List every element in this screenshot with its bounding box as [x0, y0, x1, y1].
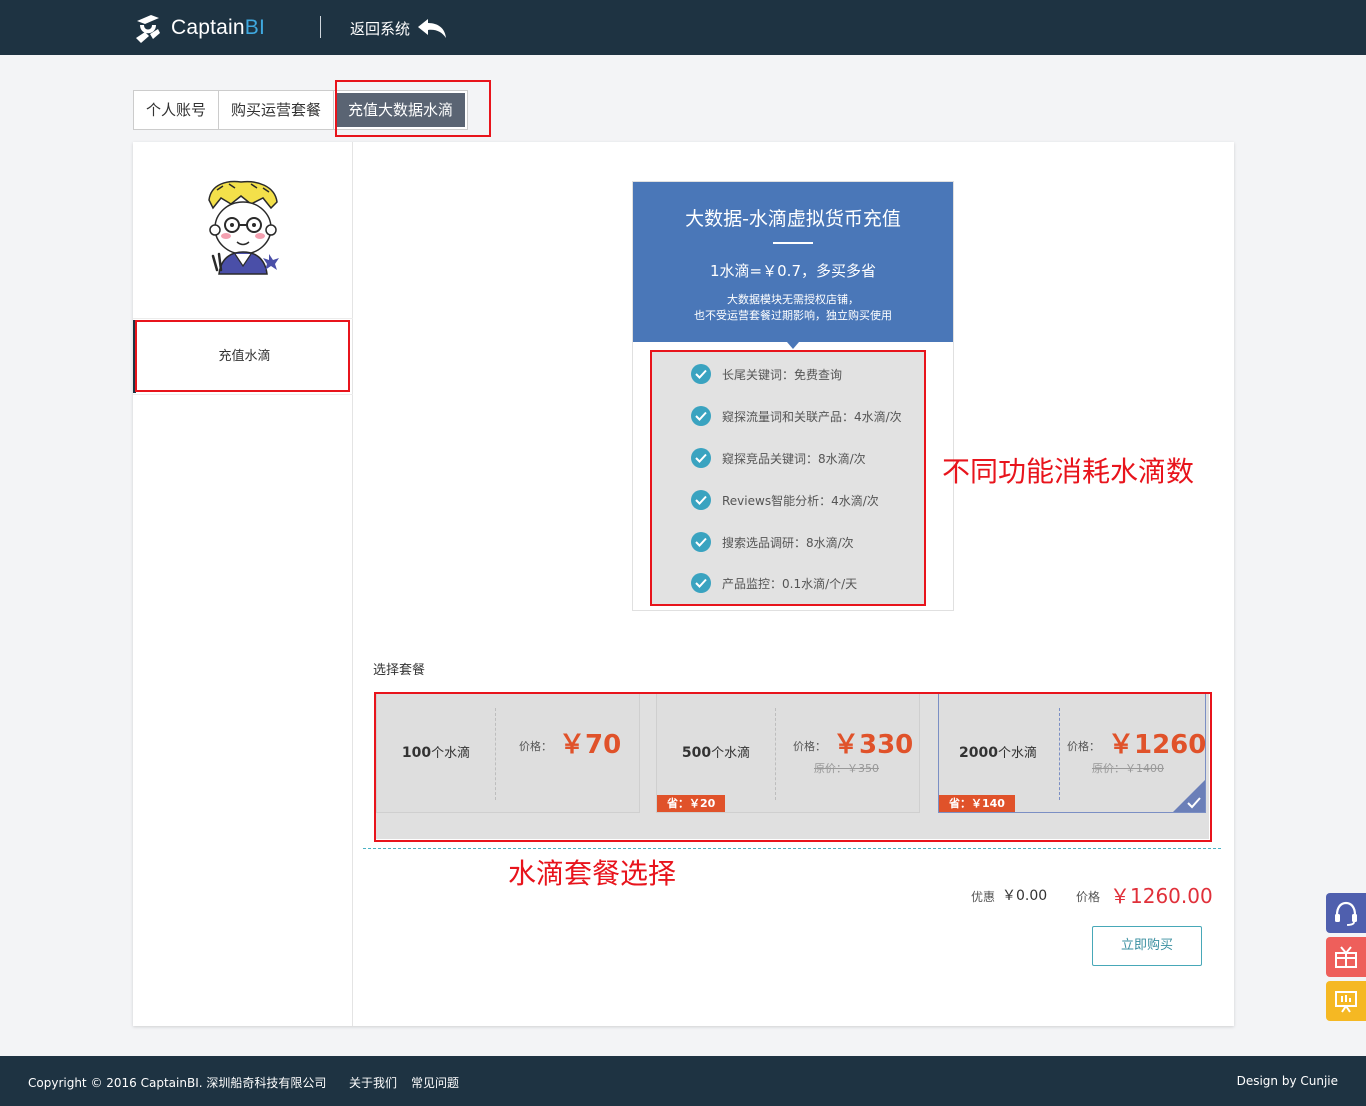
annotation-box-tab — [335, 80, 491, 137]
back-arrow-icon — [418, 19, 447, 38]
logo[interactable]: CaptainBI — [133, 12, 265, 44]
annotation-box-packages — [374, 692, 1212, 842]
card-pointer — [787, 342, 799, 349]
back-to-system-link[interactable]: 返回系统 — [350, 16, 448, 40]
brand-name: Captain — [171, 16, 245, 39]
sidebar-divider — [133, 318, 353, 319]
headset-icon — [1335, 901, 1357, 926]
gift-icon — [1335, 946, 1357, 968]
header-divider — [320, 16, 321, 38]
sidebar: 充值水滴 — [133, 142, 353, 1026]
design-credit: Design by Cunjie — [1236, 1074, 1338, 1088]
card-title-rule — [773, 242, 813, 244]
top-navbar: CaptainBI 返回系统 — [0, 0, 1366, 55]
discount-value: ￥0.00 — [1002, 888, 1048, 904]
discount-label: 优惠 — [971, 890, 996, 904]
tab-buy-package[interactable]: 购买运营套餐 — [219, 91, 335, 129]
tab-personal-account[interactable]: 个人账号 — [134, 91, 220, 129]
card-note-line2: 也不受运营套餐过期影响，独立购买使用 — [694, 309, 892, 322]
faq-link[interactable]: 常见问题 — [411, 1074, 459, 1091]
gift-button[interactable] — [1326, 937, 1366, 977]
footer: Copyright © 2016 CaptainBI. 深圳船奇科技有限公司 关… — [0, 1056, 1366, 1106]
captain-logo-icon — [136, 15, 160, 43]
buy-now-button[interactable]: 立即购买 — [1092, 926, 1202, 966]
card-note-line1: 大数据模块无需授权店铺， — [727, 293, 859, 306]
select-package-label: 选择套餐 — [373, 663, 426, 678]
avatar — [208, 180, 279, 275]
annotation-features-note: 不同功能消耗水滴数 — [942, 455, 1195, 488]
exchange-rate: 1水滴=￥0.7，多买多省 — [710, 262, 876, 280]
annotation-box-features — [650, 350, 926, 606]
card-header: 大数据-水滴虚拟货币充值 1水滴=￥0.7，多买多省 大数据模块无需授权店铺， … — [633, 182, 953, 342]
summary-divider — [363, 848, 1221, 849]
about-us-link[interactable]: 关于我们 — [349, 1074, 397, 1091]
sidebar-divider — [133, 394, 353, 395]
annotation-packages-note: 水滴套餐选择 — [508, 857, 677, 890]
total-price-label: 价格 — [1076, 890, 1101, 904]
back-to-system-label: 返回系统 — [350, 19, 411, 38]
presentation-button[interactable] — [1326, 981, 1366, 1021]
copyright-text: Copyright © 2016 CaptainBI. 深圳船奇科技有限公司 — [28, 1076, 327, 1090]
annotation-box-sidebar — [135, 320, 350, 392]
customer-service-button[interactable] — [1326, 893, 1366, 933]
logo-text: CaptainBI — [171, 16, 265, 40]
card-title: 大数据-水滴虚拟货币充值 — [685, 208, 901, 230]
presentation-icon — [1335, 991, 1357, 1013]
total-price-value: ￥1260.00 — [1110, 884, 1213, 908]
brand-suffix: BI — [244, 16, 266, 39]
